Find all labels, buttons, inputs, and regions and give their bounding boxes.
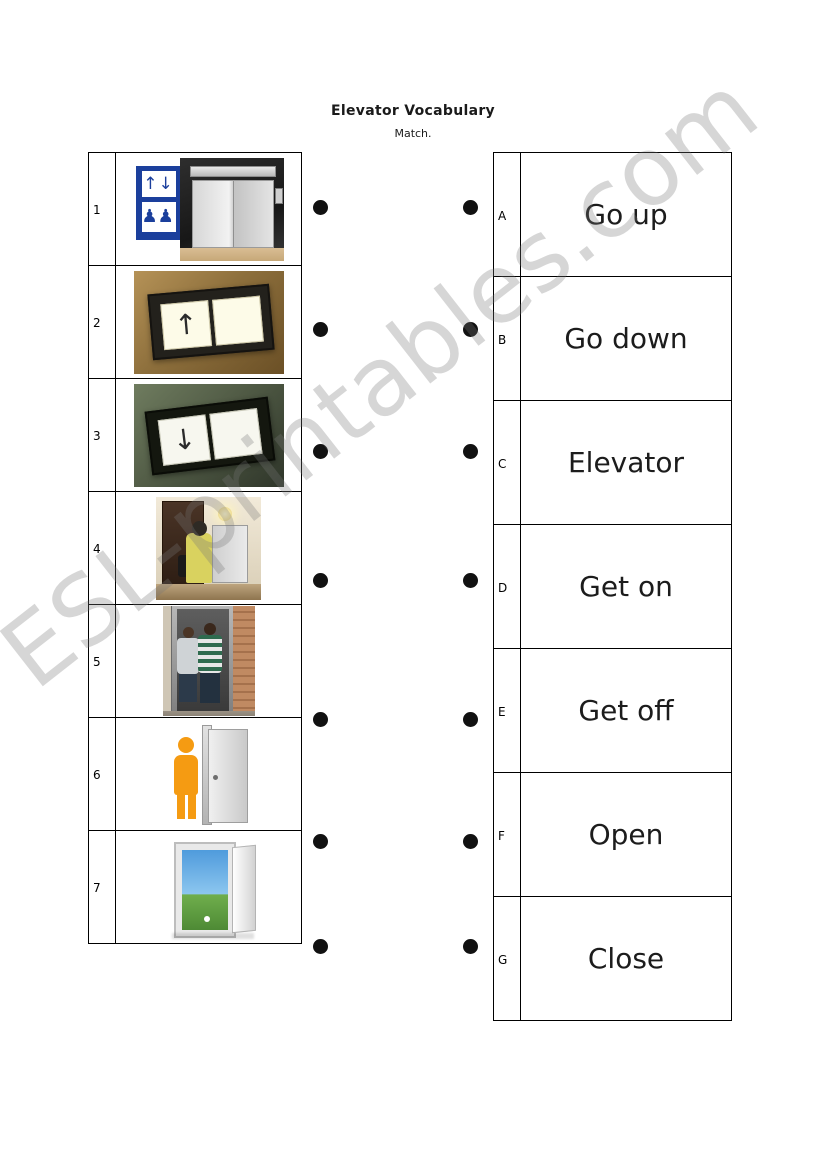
table-row: E Get off: [493, 648, 732, 773]
picture-down-arrow-button-panel: ↓: [116, 380, 301, 490]
picture-people-exiting-elevator: [116, 606, 301, 716]
picture-elevator-sign-and-doors: ↑↓ ♟♟♟: [116, 154, 301, 264]
match-dot-left-7[interactable]: [313, 939, 328, 954]
match-dot-right-g[interactable]: [463, 939, 478, 954]
table-row: 4: [88, 491, 302, 605]
down-arrow-icon: ↓: [157, 413, 211, 466]
match-dot-right-d[interactable]: [463, 573, 478, 588]
vocabulary-word: Go up: [520, 152, 732, 277]
vocabulary-word: Close: [520, 896, 732, 1021]
picture-cell-3: ↓: [115, 378, 302, 492]
match-dot-left-5[interactable]: [313, 712, 328, 727]
picture-up-arrow-button-panel: ↑: [116, 267, 301, 377]
picture-person-entering-elevator: [116, 493, 301, 603]
elevator-photo: [179, 157, 284, 261]
item-letter: F: [493, 772, 521, 897]
table-row: 3 ↓: [88, 378, 302, 492]
table-row: 2 ↑: [88, 265, 302, 379]
item-number: 6: [88, 717, 116, 831]
picture-cell-2: ↑: [115, 265, 302, 379]
table-row: 1 ↑↓ ♟♟♟: [88, 152, 302, 266]
match-dot-right-b[interactable]: [463, 322, 478, 337]
match-dot-left-6[interactable]: [313, 834, 328, 849]
table-row: 6: [88, 717, 302, 831]
item-letter: C: [493, 400, 521, 525]
item-letter: E: [493, 648, 521, 773]
words-table: A Go up B Go down C Elevator D Get on E …: [493, 152, 732, 1021]
match-dot-left-1[interactable]: [313, 200, 328, 215]
elevator-sign-icon: ↑↓ ♟♟♟: [133, 163, 190, 242]
table-row: C Elevator: [493, 400, 732, 525]
match-dot-left-3[interactable]: [313, 444, 328, 459]
match-dot-left-4[interactable]: [313, 573, 328, 588]
item-letter: B: [493, 276, 521, 401]
blank-button-icon: [211, 295, 264, 346]
match-dot-right-f[interactable]: [463, 834, 478, 849]
item-number: 5: [88, 604, 116, 718]
item-number: 4: [88, 491, 116, 605]
vocabulary-word: Open: [520, 772, 732, 897]
vocabulary-word: Get on: [520, 524, 732, 649]
picture-figure-beside-open-door: [116, 719, 301, 829]
item-number: 7: [88, 830, 116, 944]
up-arrow-icon: ↑: [159, 299, 212, 350]
table-row: B Go down: [493, 276, 732, 401]
vocabulary-word: Elevator: [520, 400, 732, 525]
item-letter: D: [493, 524, 521, 649]
match-dot-right-c[interactable]: [463, 444, 478, 459]
picture-cell-1: ↑↓ ♟♟♟: [115, 152, 302, 266]
table-row: D Get on: [493, 524, 732, 649]
item-letter: A: [493, 152, 521, 277]
match-dot-right-e[interactable]: [463, 712, 478, 727]
table-row: F Open: [493, 772, 732, 897]
page-title: Elevator Vocabulary: [331, 103, 495, 119]
picture-cell-6: [115, 717, 302, 831]
table-row: A Go up: [493, 152, 732, 277]
blank-button-icon: [208, 407, 263, 460]
picture-cell-7: [115, 830, 302, 944]
picture-cell-5: [115, 604, 302, 718]
match-dot-right-a[interactable]: [463, 200, 478, 215]
match-dot-left-2[interactable]: [313, 322, 328, 337]
table-row: 7: [88, 830, 302, 944]
table-row: G Close: [493, 896, 732, 1021]
item-number: 1: [88, 152, 116, 266]
vocabulary-word: Get off: [520, 648, 732, 773]
picture-cell-4: [115, 491, 302, 605]
pictures-table: 1 ↑↓ ♟♟♟ 2 ↑ 3 ↓ 4 5 6 7: [88, 152, 302, 944]
instruction-text: Match.: [394, 127, 432, 140]
item-number: 2: [88, 265, 116, 379]
vocabulary-word: Go down: [520, 276, 732, 401]
table-row: 5: [88, 604, 302, 718]
item-number: 3: [88, 378, 116, 492]
item-letter: G: [493, 896, 521, 1021]
picture-open-door-to-field: [116, 832, 301, 942]
